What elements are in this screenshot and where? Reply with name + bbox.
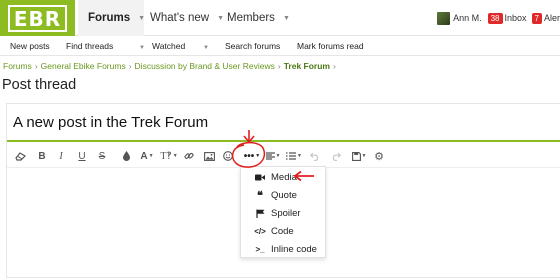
breadcrumb-separator: › — [277, 61, 281, 71]
chevron-down-icon: ▼ — [172, 153, 178, 159]
more-options-button[interactable]: ••• ▼ — [242, 148, 262, 164]
breadcrumb-trek-forum[interactable]: Trek Forum — [284, 61, 330, 71]
tab-members[interactable]: Members ▼ — [227, 0, 290, 36]
bold-icon[interactable]: B — [35, 148, 49, 164]
text-color-icon[interactable] — [120, 148, 132, 164]
chevron-down-icon: ▼ — [148, 153, 154, 159]
menu-item-spoiler-label: Spoiler — [271, 207, 301, 219]
site-logo[interactable]: EBR — [0, 0, 75, 36]
alerts-count-badge: 7 — [531, 12, 542, 24]
undo-icon[interactable] — [308, 148, 322, 164]
user-area: Ann M. 38 Inbox 7 Aler — [437, 0, 560, 36]
quote-icon: ❝ — [257, 189, 263, 202]
subnav-search-forums[interactable]: Search forums — [225, 36, 280, 56]
italic-icon[interactable]: I — [54, 148, 68, 164]
strikethrough-icon[interactable]: S — [95, 148, 109, 164]
tab-forums-label: Forums — [88, 12, 131, 24]
chevron-down-icon[interactable]: ▼ — [139, 45, 145, 51]
tab-members-label: Members — [227, 12, 275, 24]
menu-item-code-label: Code — [271, 225, 294, 237]
smilie-icon[interactable] — [221, 148, 235, 164]
subnav-mark-forums-read[interactable]: Mark forums read — [297, 36, 364, 56]
tab-whats-new-label: What's new — [150, 12, 210, 24]
inbox-link[interactable]: Inbox — [505, 13, 527, 23]
subnav-find-threads-caret[interactable]: ▼ — [133, 36, 145, 56]
font-family-icon[interactable]: T‽ ▼ — [160, 148, 178, 164]
menu-item-quote[interactable]: ❝ Quote — [241, 186, 325, 204]
font-size-icon[interactable]: A ▼ — [138, 148, 156, 164]
menu-item-quote-label: Quote — [271, 189, 297, 201]
code-icon: </> — [254, 226, 266, 236]
chevron-down-icon[interactable]: ▼ — [138, 15, 145, 22]
subnav-new-posts[interactable]: New posts — [10, 36, 50, 56]
insert-dropdown-menu: Media ❝ Quote Spoiler </> Code >_ Inline… — [240, 166, 326, 258]
breadcrumb-general-ebike-forums[interactable]: General Ebike Forums — [41, 61, 126, 71]
menu-item-media-label: Media — [271, 171, 297, 183]
video-camera-icon — [253, 174, 267, 181]
subnav-find-threads[interactable]: Find threads — [66, 36, 113, 56]
chevron-down-icon: ▼ — [255, 153, 261, 159]
subnav-watched-caret[interactable]: ▼ — [197, 36, 209, 56]
chevron-down-icon[interactable]: ▼ — [283, 15, 290, 22]
tab-forums[interactable]: Forums ▼ — [78, 0, 145, 36]
user-name[interactable]: Ann M. — [453, 13, 482, 23]
chevron-down-icon: ▼ — [275, 153, 281, 159]
top-navigation-bar: EBR Forums ▼ What's new ▼ Members ▼ Ann … — [0, 0, 560, 36]
logo-text: EBR — [7, 4, 68, 32]
thread-title-input[interactable] — [7, 104, 560, 142]
image-icon[interactable] — [202, 148, 216, 164]
more-options-label: ••• — [243, 150, 255, 162]
menu-item-inline-code[interactable]: >_ Inline code — [241, 240, 325, 258]
menu-item-inline-code-label: Inline code — [271, 243, 317, 255]
terminal-icon: >_ — [255, 244, 265, 254]
subnav-watched[interactable]: Watched — [152, 36, 185, 56]
menu-item-code[interactable]: </> Code — [241, 222, 325, 240]
breadcrumb: Forums › General Ebike Forums › Discussion b… — [3, 61, 339, 71]
eraser-icon[interactable] — [13, 148, 27, 164]
link-icon[interactable] — [182, 148, 196, 164]
chevron-down-icon[interactable]: ▼ — [203, 45, 209, 51]
list-icon[interactable]: ▼ — [285, 148, 303, 164]
redo-icon[interactable] — [329, 148, 343, 164]
gear-icon[interactable]: ⚙ — [372, 148, 386, 164]
underline-icon[interactable]: U — [75, 148, 89, 164]
align-icon[interactable]: ▼ — [265, 148, 281, 164]
page-title: Post thread — [2, 77, 77, 93]
chevron-down-icon: ▼ — [361, 153, 367, 159]
inbox-count-badge: 38 — [487, 12, 503, 24]
chevron-down-icon: ▼ — [297, 153, 302, 159]
sub-navigation: New posts Find threads ▼ Watched ▼ Searc… — [0, 36, 560, 56]
breadcrumb-forums[interactable]: Forums — [3, 61, 32, 71]
chevron-down-icon[interactable]: ▼ — [217, 15, 224, 22]
save-draft-icon[interactable]: ▼ — [350, 148, 368, 164]
breadcrumb-separator: › — [34, 61, 38, 71]
breadcrumb-discussion-by-brand[interactable]: Discussion by Brand & User Reviews — [135, 61, 275, 71]
alerts-link[interactable]: Aler — [544, 13, 560, 23]
tab-whats-new[interactable]: What's new ▼ — [150, 0, 224, 36]
menu-item-media[interactable]: Media — [241, 168, 325, 186]
breadcrumb-separator: › — [128, 61, 132, 71]
menu-item-spoiler[interactable]: Spoiler — [241, 204, 325, 222]
editor-toolbar: B I U S A ▼ T‽ ▼ ▼ ▼ ▼ ⚙ — [7, 144, 560, 168]
avatar[interactable] — [437, 11, 451, 25]
breadcrumb-separator: › — [333, 61, 336, 71]
flag-icon — [253, 209, 267, 218]
